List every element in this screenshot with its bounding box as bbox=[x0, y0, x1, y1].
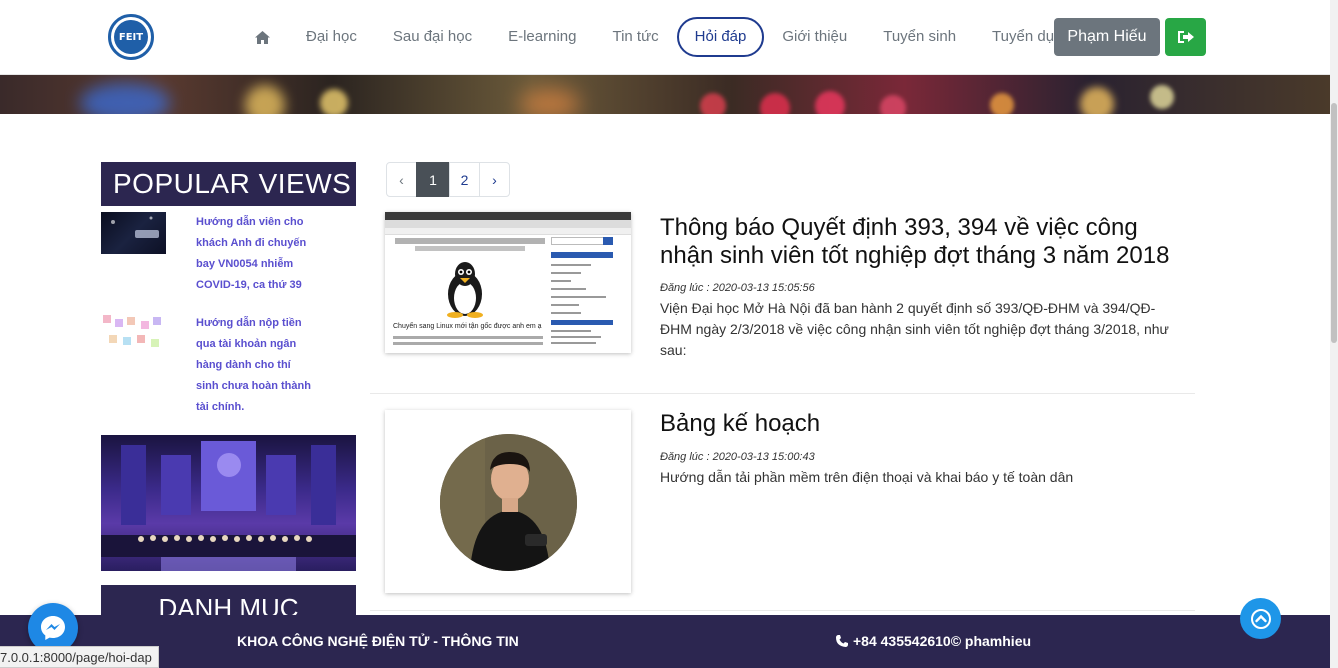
nav-item-sau-dai-hoc[interactable]: Sau đại học bbox=[375, 17, 490, 57]
main-nav: Đại học Sau đại học E-learning Tin tức H… bbox=[240, 16, 1089, 58]
home-icon[interactable] bbox=[240, 17, 284, 57]
sign-out-icon bbox=[1177, 31, 1194, 43]
page: FEIT Đại học Sau đại học E-learning Tin … bbox=[0, 0, 1338, 668]
avatar-photo bbox=[440, 434, 577, 571]
nav-item-dai-hoc[interactable]: Đại học bbox=[288, 17, 375, 57]
footer-department: KHOA CÔNG NGHỆ ĐIỆN TỬ - THÔNG TIN bbox=[237, 633, 519, 649]
thumbnail-heading: Chuyển sang Linux mới tận gốc được anh e… bbox=[393, 323, 542, 330]
post-title[interactable]: Thông báo Quyết định 393, 394 về việc cô… bbox=[660, 214, 1190, 270]
site-footer: KHOA CÔNG NGHỆ ĐIỆN TỬ - THÔNG TIN +84 4… bbox=[0, 615, 1330, 668]
post-date: Đăng lúc : 2020-03-13 15:05:56 bbox=[660, 282, 815, 294]
chevron-up-icon bbox=[1250, 608, 1271, 629]
popular-item-link[interactable]: Hướng dẫn nộp tiền qua tài khoản ngân hà… bbox=[196, 313, 316, 418]
messenger-icon bbox=[41, 616, 65, 640]
scrollbar-thumb[interactable] bbox=[1331, 103, 1337, 343]
pagination-page-1[interactable]: 1 bbox=[416, 162, 450, 197]
status-bar-url: 7.0.0.1:8000/page/hoi-dap bbox=[0, 646, 159, 668]
post-thumbnail[interactable] bbox=[385, 410, 631, 593]
nav-item-gioi-thieu[interactable]: Giới thiệu bbox=[764, 17, 865, 57]
popular-item-thumbnail[interactable] bbox=[101, 313, 166, 355]
post-summary: Viện Đại học Mở Hà Nội đã ban hành 2 quy… bbox=[660, 300, 1169, 358]
pagination-page-2[interactable]: 2 bbox=[449, 162, 480, 197]
pagination-prev[interactable]: ‹ bbox=[386, 162, 417, 197]
popular-item[interactable]: Hướng dẫn nộp tiền qua tài khoản ngân hà… bbox=[101, 313, 356, 423]
footer-contact-text: +84 435542610© phamhieu bbox=[853, 633, 1032, 649]
back-to-top-button[interactable] bbox=[1240, 598, 1281, 639]
logout-button[interactable] bbox=[1165, 18, 1206, 56]
nav-item-e-learning[interactable]: E-learning bbox=[490, 17, 594, 57]
pagination-next[interactable]: › bbox=[479, 162, 510, 197]
top-navbar: FEIT Đại học Sau đại học E-learning Tin … bbox=[0, 0, 1330, 75]
user-profile-button[interactable]: Phạm Hiếu bbox=[1054, 18, 1160, 56]
post-summary: Hướng dẫn tải phần mềm trên điện thoại v… bbox=[660, 469, 1074, 485]
footer-contact: +84 435542610© phamhieu bbox=[835, 633, 1031, 649]
post-divider bbox=[370, 393, 1195, 394]
popular-item[interactable]: Hướng dẫn viên cho khách Anh đi chuyến b… bbox=[101, 212, 356, 302]
nav-item-tuyen-sinh[interactable]: Tuyển sinh bbox=[865, 17, 974, 57]
post-title[interactable]: Bảng kế hoạch bbox=[660, 410, 1190, 438]
popular-item-thumbnail[interactable] bbox=[101, 212, 166, 254]
phone-icon bbox=[836, 635, 848, 647]
post-thumbnail[interactable]: Chuyển sang Linux mới tận gốc được anh e… bbox=[385, 212, 631, 353]
post-date: Đăng lúc : 2020-03-13 15:00:43 bbox=[660, 451, 815, 463]
logo-text: FEIT bbox=[114, 20, 148, 54]
popular-item-link[interactable]: Hướng dẫn viên cho khách Anh đi chuyến b… bbox=[196, 212, 316, 296]
post-divider bbox=[370, 610, 1195, 611]
pagination: ‹ 1 2 › bbox=[386, 162, 510, 197]
site-logo[interactable]: FEIT bbox=[108, 14, 154, 60]
nav-item-hoi-dap[interactable]: Hỏi đáp bbox=[676, 17, 765, 57]
linux-penguin-icon bbox=[447, 262, 483, 318]
banner-image bbox=[0, 75, 1330, 114]
popular-views-title: POPULAR VIEWS bbox=[101, 162, 356, 206]
event-photo[interactable] bbox=[101, 435, 356, 571]
nav-item-tin-tuc[interactable]: Tin tức bbox=[594, 17, 676, 57]
